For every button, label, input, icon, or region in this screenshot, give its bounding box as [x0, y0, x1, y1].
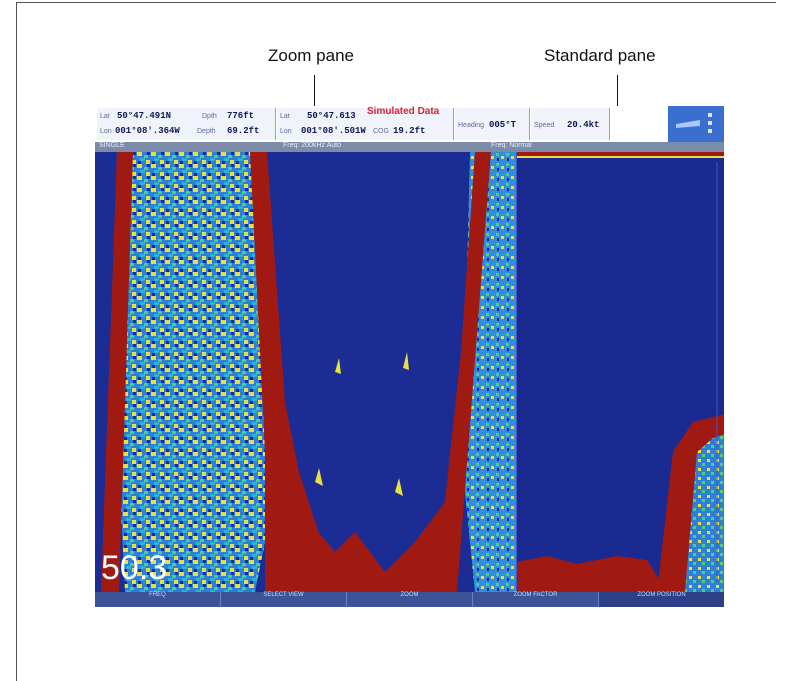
- fishfinder-display: Lat 50°47.491N Dpth 776ft Lon 001°08'.36…: [95, 106, 724, 607]
- heading-cell: Heading 005°T: [455, 108, 530, 140]
- standard-sonogram: [517, 152, 724, 592]
- softkey-2[interactable]: SELECT VIEW: [221, 592, 347, 607]
- softkey-1[interactable]: FREQ: [95, 592, 221, 607]
- softkey-4[interactable]: ZOOM FACTOR: [473, 592, 599, 607]
- softkey-bar: FREQ SELECT VIEW ZOOM ZOOM FACTOR ZOOM P…: [95, 592, 724, 607]
- boat-status-icon: [668, 106, 724, 142]
- zoom-pane-callout: Zoom pane: [268, 46, 354, 65]
- figure-frame-left: [16, 2, 17, 681]
- standard-pane: [516, 152, 724, 592]
- position-depth-cell: Lat 50°47.491N Dpth 776ft Lon 001°08'.36…: [97, 108, 276, 140]
- depth-readout: 50.3: [101, 549, 168, 587]
- zoom-pane: 50.3: [95, 152, 516, 592]
- simulated-data-label: Simulated Data: [367, 106, 440, 117]
- standard-pane-callout: Standard pane: [544, 46, 656, 65]
- softkey-3[interactable]: ZOOM: [347, 592, 473, 607]
- speed-cell: Speed 20.4kt: [531, 108, 610, 140]
- softkey-5[interactable]: ZOOM POSITION: [599, 592, 724, 607]
- figure-frame-top: [16, 2, 776, 3]
- zoom-sonogram: [101, 152, 516, 592]
- pane-title-bar: SINGLE Freq: 200kHz Auto Freq: Normal: [95, 142, 724, 152]
- data-bar: Lat 50°47.491N Dpth 776ft Lon 001°08'.36…: [95, 106, 724, 142]
